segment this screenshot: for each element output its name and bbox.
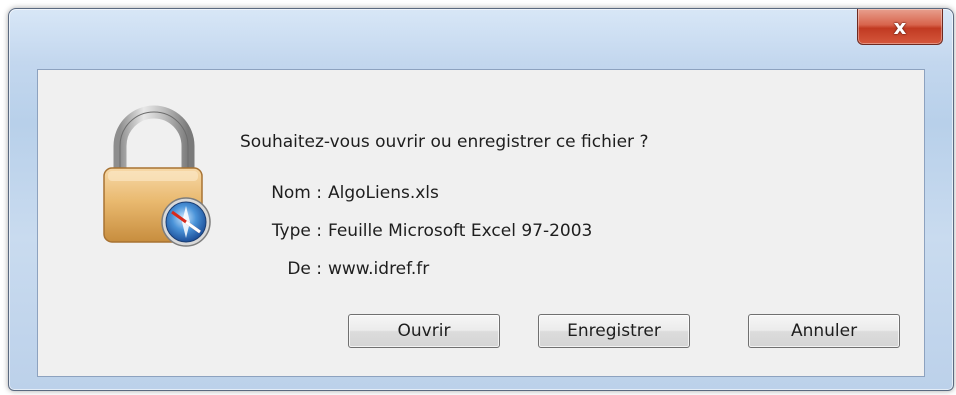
open-button[interactable]: Ouvrir: [348, 314, 500, 348]
file-name-value: AlgoLiens.xls: [328, 183, 439, 203]
lock-icon: [103, 105, 211, 247]
file-name-label: Nom :: [271, 183, 322, 203]
dialog-content: Souhaitez-vous ouvrir ou enregistrer ce …: [37, 69, 925, 377]
close-button[interactable]: x: [857, 9, 943, 45]
file-type-row: Type : Feuille Microsoft Excel 97-2003: [240, 221, 593, 247]
file-source-label: De :: [287, 259, 322, 279]
file-source-row: De : www.idref.fr: [240, 259, 429, 285]
dialog-question: Souhaitez-vous ouvrir ou enregistrer ce …: [240, 132, 649, 152]
save-button[interactable]: Enregistrer: [538, 314, 690, 348]
file-source-value: www.idref.fr: [328, 259, 430, 279]
cancel-button[interactable]: Annuler: [748, 314, 900, 348]
close-icon: x: [893, 14, 907, 39]
title-bar[interactable]: x: [9, 9, 953, 69]
file-name-row: Nom : AlgoLiens.xls: [240, 183, 439, 209]
download-dialog-window: x Souhaitez-vous ouvrir ou enregistrer c…: [8, 8, 954, 391]
file-type-label: Type :: [271, 221, 322, 241]
file-type-value: Feuille Microsoft Excel 97-2003: [328, 221, 593, 241]
